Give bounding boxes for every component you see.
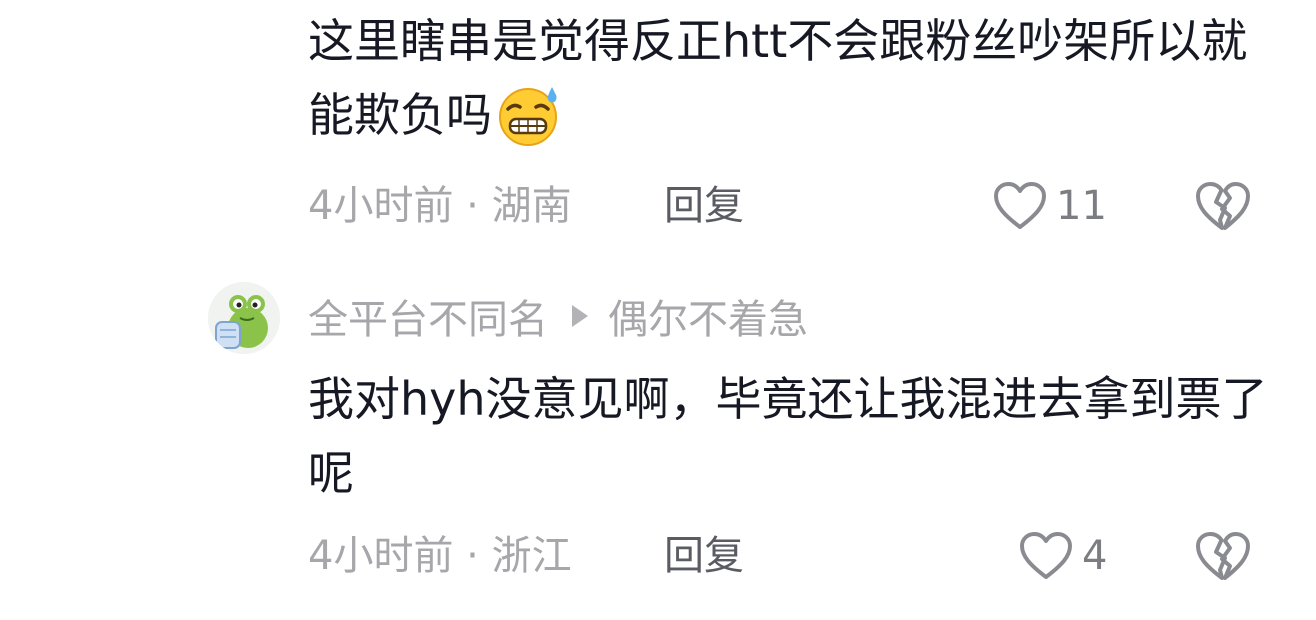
comment-2-meta: 4小时前 · 浙江 回复 4 xyxy=(308,526,1268,586)
grimacing-sweat-emoji-icon xyxy=(494,83,562,147)
avatar[interactable] xyxy=(208,282,280,354)
comment-1-like-button[interactable]: 11 xyxy=(992,176,1107,236)
comment-2-author-row: 全平台不同名 偶尔不着急 xyxy=(308,288,808,344)
comment-2-text: 我对hyh没意见啊，毕竟还让我混进去拿到票了呢 xyxy=(308,372,1268,500)
comment-2-author[interactable]: 全平台不同名 xyxy=(308,287,548,345)
comment-1-reply-button[interactable]: 回复 xyxy=(664,182,744,230)
heart-outline-icon xyxy=(992,180,1048,232)
triangle-right-icon xyxy=(572,305,588,327)
comment-1-body: 这里瞎串是觉得反正htt不会跟粉丝吵架所以就能欺负吗 xyxy=(308,14,1248,142)
comment-1-like-count: 11 xyxy=(1056,183,1107,229)
comment-2-like-button[interactable]: 4 xyxy=(1018,526,1107,586)
broken-heart-icon xyxy=(1192,528,1252,584)
comment-2-like-count: 4 xyxy=(1082,533,1108,579)
comment-1-time-location: 4小时前 · 湖南 xyxy=(308,183,572,229)
comment-2-time-location: 4小时前 · 浙江 xyxy=(308,533,572,579)
comment-2-dislike-button[interactable] xyxy=(1192,528,1252,584)
comment-2-reply-to[interactable]: 偶尔不着急 xyxy=(608,287,808,345)
comment-1-dislike-button[interactable] xyxy=(1192,178,1252,234)
comment-1-text: 这里瞎串是觉得反正htt不会跟粉丝吵架所以就能欺负吗 xyxy=(308,4,1268,152)
heart-outline-icon xyxy=(1018,530,1074,582)
broken-heart-icon xyxy=(1192,178,1252,234)
comment-2-reply-button[interactable]: 回复 xyxy=(664,532,744,580)
comment-1-meta: 4小时前 · 湖南 回复 11 xyxy=(308,176,1268,236)
